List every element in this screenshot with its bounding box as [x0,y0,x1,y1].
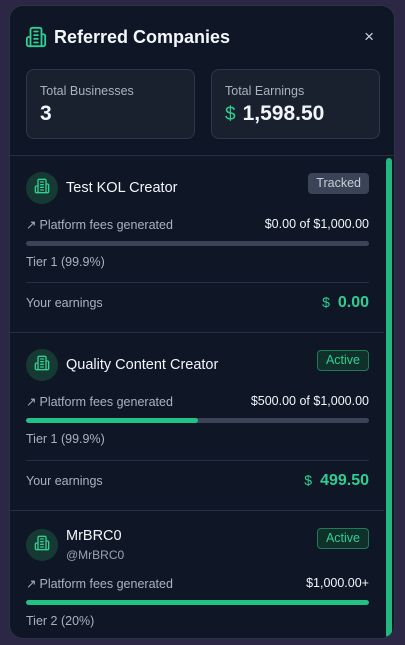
divider [26,460,369,461]
divider [26,282,369,283]
tier-label: Tier 2 (20%) [26,614,95,628]
status-badge: Active [316,528,369,549]
dollar-icon: $ [304,472,313,488]
avatar [26,172,58,204]
tier-label: Tier 1 (99.9%) [26,255,105,269]
modal-header: Referred Companies × [10,6,394,68]
progress-bar [26,600,369,605]
total-earnings-card: Total Earnings $1,598.50 [211,69,380,139]
total-businesses-value: 3 [40,102,52,125]
scrollbar[interactable] [386,158,392,638]
company-name: Test KOL Creator [66,180,178,196]
fees-row: ↗ Platform fees generated $0.00 of $1,000… [26,217,369,232]
company-card[interactable]: MrBRC0 @MrBRC0 Active ↗ Platform fees gen… [10,511,384,638]
trending-up-icon: ↗ [26,395,37,409]
status-badge: Tracked [308,173,369,194]
avatar [26,529,58,561]
earnings-label: Your earnings [26,296,103,310]
close-icon[interactable]: × [364,28,374,46]
building-icon [25,26,47,48]
building-icon [34,355,50,376]
progress-bar [26,241,369,246]
status-badge: Active [316,350,369,371]
earnings-amount: 0.00 [337,294,369,311]
fees-value: $500.00 of $1,000.00 [250,394,369,408]
total-earnings-value: $1,598.50 [225,102,324,126]
building-icon [34,178,50,199]
progress-bar [26,418,369,423]
company-name: MrBRC0 [66,528,122,544]
fees-value: $1,000.00+ [306,576,369,590]
tier-label: Tier 1 (99.9%) [26,432,105,446]
dollar-icon: $ [225,104,236,125]
earnings-amount: 499.50 [320,472,369,489]
fees-label: Platform fees generated [39,577,173,591]
company-card[interactable]: Quality Content Creator Active ↗ Platform… [10,333,384,511]
fees-label: Platform fees generated [39,218,173,232]
fees-row: ↗ Platform fees generated $500.00 of $1,0… [26,394,369,409]
avatar [26,349,58,381]
fees-row: ↗ Platform fees generated $1,000.00+ [26,576,369,591]
fees-label: Platform fees generated [39,395,173,409]
modal-title: Referred Companies [54,27,231,47]
company-name: Quality Content Creator [66,357,219,373]
company-list[interactable]: Test KOL Creator Tracked ↗ Platform fees … [10,156,384,638]
total-earnings-label: Total Earnings [225,84,305,98]
company-card[interactable]: Test KOL Creator Tracked ↗ Platform fees … [10,156,384,333]
total-businesses-card: Total Businesses 3 [26,69,195,139]
earnings-value: $0.00 [322,294,369,312]
trending-up-icon: ↗ [26,577,37,591]
building-icon [34,535,50,556]
progress-fill [26,418,198,423]
company-handle: @MrBRC0 [66,548,125,562]
fees-value: $0.00 of $1,000.00 [264,217,369,231]
total-earnings-amount: 1,598.50 [242,102,325,125]
trending-up-icon: ↗ [26,218,37,232]
dollar-icon: $ [322,294,330,310]
earnings-label: Your earnings [26,474,103,488]
scrollbar-thumb[interactable] [386,158,392,638]
earnings-value: $499.50 [304,472,369,490]
total-businesses-label: Total Businesses [40,84,134,98]
referred-companies-modal: Referred Companies × Total Businesses 3 … [9,5,395,639]
progress-fill [26,600,369,605]
